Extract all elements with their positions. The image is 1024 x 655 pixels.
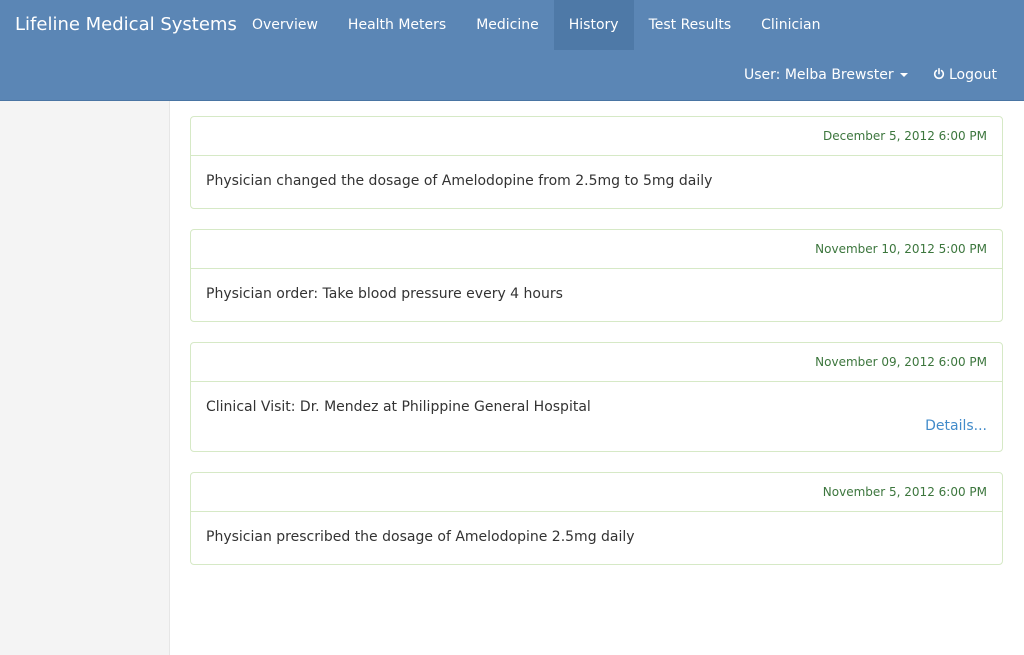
- nav-test-results[interactable]: Test Results: [634, 0, 747, 50]
- entry-text: Clinical Visit: Dr. Mendez at Philippine…: [206, 399, 591, 415]
- nav-history[interactable]: History: [553, 0, 634, 50]
- nav-overview[interactable]: Overview: [237, 0, 333, 50]
- entry-text: Physician changed the dosage of Amelodop…: [206, 173, 713, 189]
- history-entry: December 5, 2012 6:00 PM Physician chang…: [190, 116, 1003, 209]
- main-nav: Overview Health Meters Medicine History …: [237, 0, 836, 50]
- history-entry: November 5, 2012 6:00 PM Physician presc…: [190, 472, 1003, 565]
- entry-body: Clinical Visit: Dr. Mendez at Philippine…: [191, 382, 1002, 451]
- history-list: December 5, 2012 6:00 PM Physician chang…: [190, 116, 1003, 585]
- top-navbar: Lifeline Medical Systems Overview Health…: [0, 0, 1024, 101]
- user-menu-dropdown[interactable]: User: Melba Brewster: [730, 50, 922, 100]
- entry-date: November 5, 2012 6:00 PM: [191, 473, 1002, 512]
- history-entry: November 10, 2012 5:00 PM Physician orde…: [190, 229, 1003, 322]
- brand-title[interactable]: Lifeline Medical Systems: [15, 13, 237, 37]
- logout-label: Logout: [949, 67, 997, 83]
- entry-date: November 09, 2012 6:00 PM: [191, 343, 1002, 382]
- entry-date: November 10, 2012 5:00 PM: [191, 230, 1002, 269]
- caret-down-icon: [899, 73, 908, 77]
- entry-text: Physician prescribed the dosage of Amelo…: [206, 529, 635, 545]
- nav-health-meters[interactable]: Health Meters: [333, 0, 461, 50]
- nav-medicine[interactable]: Medicine: [461, 0, 554, 50]
- power-icon: [933, 68, 945, 80]
- user-menu-label: User: Melba Brewster: [744, 67, 894, 83]
- entry-text: Physician order: Take blood pressure eve…: [206, 286, 563, 302]
- history-entry: November 09, 2012 6:00 PM Clinical Visit…: [190, 342, 1003, 452]
- entry-date: December 5, 2012 6:00 PM: [191, 117, 1002, 156]
- logout-button[interactable]: Logout: [918, 50, 1012, 100]
- sidebar: [0, 101, 170, 655]
- nav-clinician[interactable]: Clinician: [746, 0, 835, 50]
- details-link[interactable]: Details...: [206, 416, 987, 436]
